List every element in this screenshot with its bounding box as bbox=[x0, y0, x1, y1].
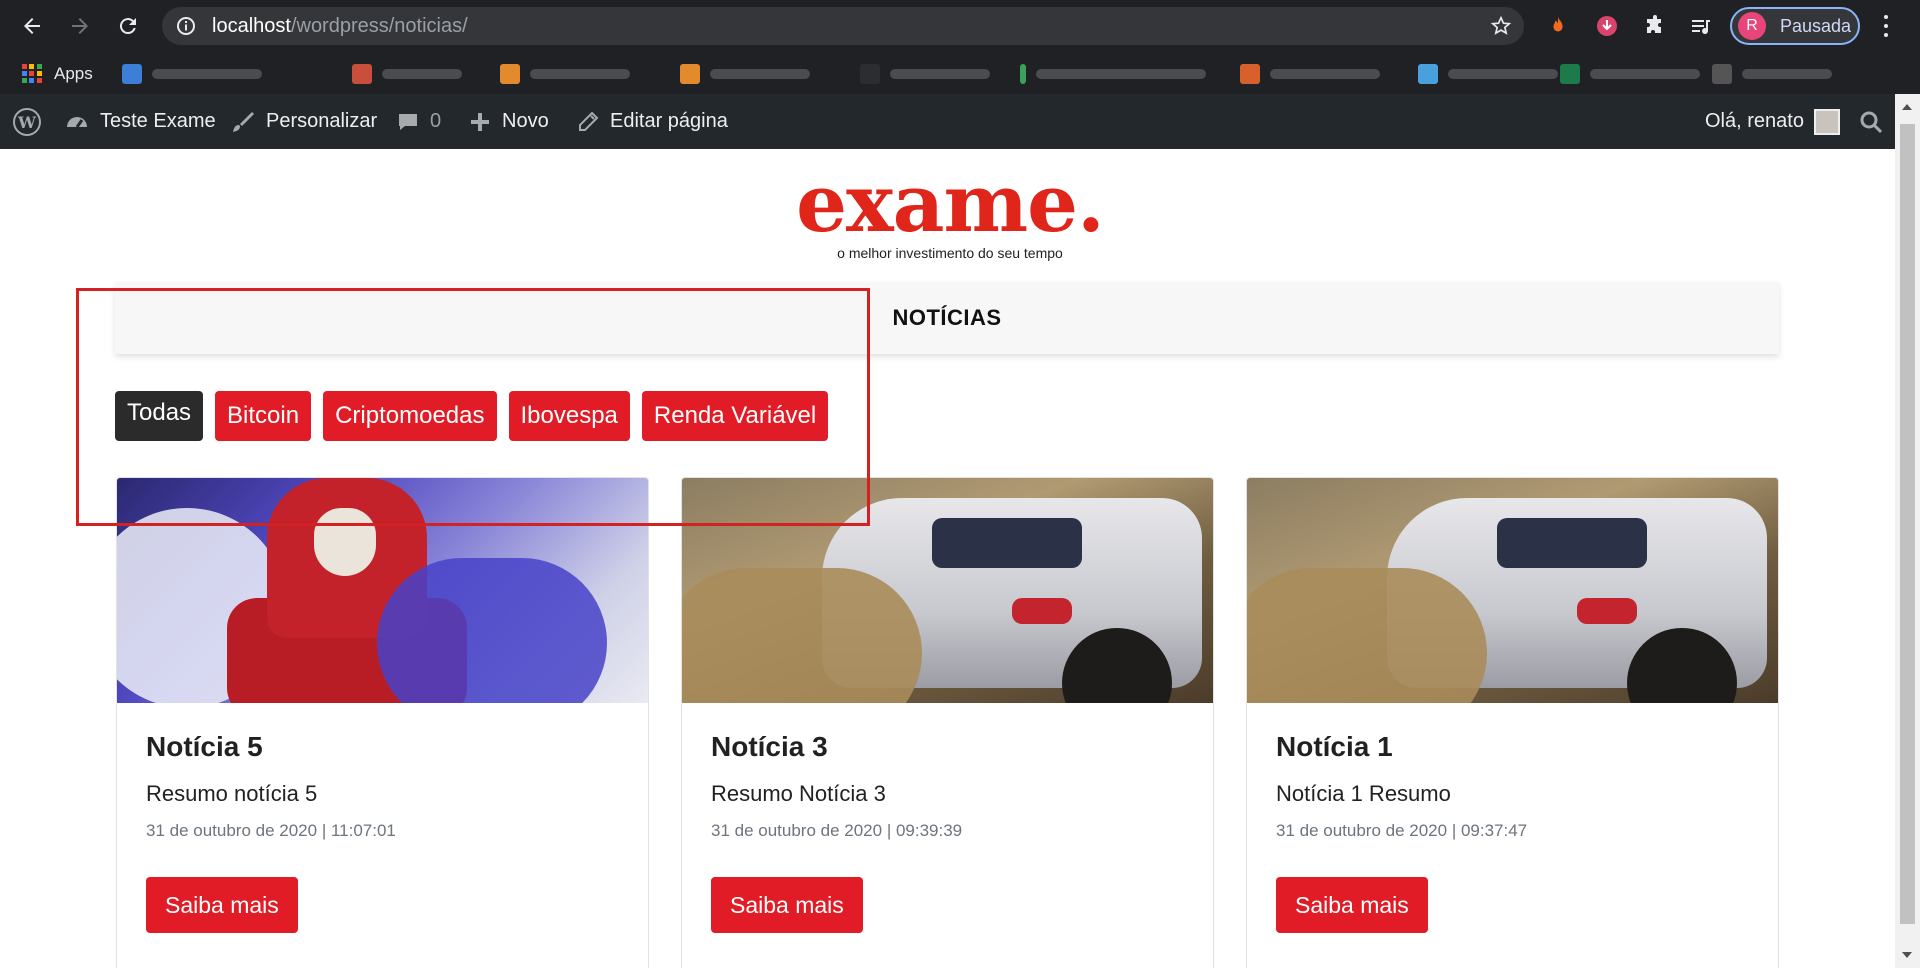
user-avatar bbox=[1813, 108, 1840, 135]
section-header: NOTÍCIAS bbox=[115, 282, 1779, 354]
filter-ibovespa[interactable]: Ibovespa bbox=[508, 391, 630, 441]
extensions-puzzle-icon[interactable] bbox=[1642, 13, 1668, 39]
news-thumbnail[interactable] bbox=[682, 478, 1213, 703]
news-summary: Notícia 1 Resumo bbox=[1276, 781, 1451, 806]
bookmark-item[interactable] bbox=[122, 53, 262, 94]
fire-extension-icon[interactable] bbox=[1545, 13, 1571, 39]
bookmark-item[interactable] bbox=[1020, 53, 1206, 94]
back-button[interactable] bbox=[16, 10, 48, 42]
info-icon[interactable] bbox=[176, 16, 196, 36]
section-title: NOTÍCIAS bbox=[892, 305, 1002, 330]
read-more-button[interactable]: Saiba mais bbox=[711, 877, 863, 933]
media-queue-icon[interactable] bbox=[1688, 13, 1714, 39]
bookmark-item[interactable] bbox=[500, 53, 630, 94]
account-menu[interactable]: Olá, renato bbox=[1705, 94, 1840, 149]
news-date: 31 de outubro de 2020 | 11:07:01 bbox=[146, 821, 396, 840]
edit-page-label: Editar página bbox=[610, 110, 728, 132]
greeting-label: Olá, renato bbox=[1705, 110, 1804, 132]
comments-link[interactable]: 0 bbox=[396, 94, 441, 149]
scroll-down-arrow-icon[interactable] bbox=[1902, 952, 1912, 958]
site-name-menu[interactable]: Teste Exame bbox=[64, 94, 216, 149]
comment-bubble-icon bbox=[399, 113, 417, 130]
page-scrollbar[interactable] bbox=[1895, 94, 1920, 968]
download-extension-icon[interactable] bbox=[1594, 13, 1620, 39]
bookmark-star-icon[interactable] bbox=[1490, 15, 1512, 37]
customize-label: Personalizar bbox=[266, 110, 378, 132]
bookmark-item[interactable] bbox=[680, 53, 810, 94]
arrow-right-icon bbox=[72, 18, 88, 34]
bookmark-item[interactable] bbox=[1560, 53, 1700, 94]
paintbrush-icon bbox=[233, 111, 254, 132]
forward-button[interactable] bbox=[64, 10, 96, 42]
news-date: 31 de outubro de 2020 | 09:39:39 bbox=[711, 821, 963, 840]
page-content: exame. o melhor investimento do seu temp… bbox=[0, 149, 1895, 968]
admin-search-button[interactable] bbox=[1858, 94, 1894, 149]
news-thumbnail[interactable] bbox=[1247, 478, 1778, 703]
news-card: Notícia 1 Notícia 1 Resumo 31 de outubro… bbox=[1246, 477, 1779, 968]
site-name: Teste Exame bbox=[100, 110, 216, 132]
svg-text:W: W bbox=[17, 113, 37, 132]
category-filters: Todas Bitcoin Criptomoedas Ibovespa Rend… bbox=[115, 391, 829, 441]
filter-criptomoedas[interactable]: Criptomoedas bbox=[323, 391, 497, 441]
wordpress-logo-icon: W bbox=[13, 107, 41, 136]
address-bar[interactable]: localhost/wordpress/noticias/ bbox=[162, 7, 1524, 45]
read-more-button[interactable]: Saiba mais bbox=[146, 877, 298, 933]
news-summary: Resumo Notícia 3 bbox=[711, 781, 886, 806]
bookmark-item[interactable] bbox=[860, 53, 990, 94]
site-logo[interactable]: exame. o melhor investimento do seu temp… bbox=[760, 163, 1140, 261]
apps-label: Apps bbox=[54, 63, 93, 83]
reload-button[interactable] bbox=[112, 10, 144, 42]
search-icon bbox=[1860, 111, 1883, 133]
news-date: 31 de outubro de 2020 | 09:37:47 bbox=[1276, 821, 1528, 840]
scroll-up-arrow-icon[interactable] bbox=[1902, 104, 1912, 110]
bookmarks-bar: Apps bbox=[0, 53, 1920, 94]
apps-bookmark[interactable]: Apps bbox=[22, 53, 93, 94]
profile-status: Pausada bbox=[1780, 15, 1852, 36]
filter-renda-variavel[interactable]: Renda Variável bbox=[641, 391, 829, 441]
news-title[interactable]: Notícia 5 bbox=[146, 731, 619, 763]
news-thumbnail[interactable] bbox=[117, 478, 648, 703]
news-title[interactable]: Notícia 1 bbox=[1276, 731, 1749, 763]
reload-icon bbox=[119, 18, 136, 35]
browser-toolbar: localhost/wordpress/noticias/ R Pausada bbox=[0, 0, 1920, 53]
new-label: Novo bbox=[502, 110, 549, 132]
dashboard-gauge-icon bbox=[67, 116, 87, 128]
comments-count: 0 bbox=[430, 110, 442, 132]
customize-link[interactable]: Personalizar bbox=[230, 94, 377, 149]
url-text[interactable]: localhost/wordpress/noticias/ bbox=[212, 7, 468, 45]
bookmark-item[interactable] bbox=[352, 53, 462, 94]
read-more-button[interactable]: Saiba mais bbox=[1276, 877, 1428, 933]
bookmark-item[interactable] bbox=[1418, 53, 1558, 94]
filter-todas[interactable]: Todas bbox=[115, 391, 204, 441]
bookmark-item[interactable] bbox=[1240, 53, 1380, 94]
profile-avatar: R bbox=[1738, 12, 1766, 40]
news-summary: Resumo notícia 5 bbox=[146, 781, 318, 806]
wp-admin-bar: W Teste Exame Personalizar 0 Novo Editar… bbox=[0, 94, 1920, 149]
news-grid: Notícia 5 Resumo notícia 5 31 de outubro… bbox=[116, 477, 1779, 968]
arrow-left-icon bbox=[24, 18, 40, 34]
scrollbar-thumb[interactable] bbox=[1900, 124, 1915, 924]
news-card: Notícia 5 Resumo notícia 5 31 de outubro… bbox=[116, 477, 649, 968]
edit-page-link[interactable]: Editar página bbox=[576, 94, 728, 149]
logo-wordmark: exame. bbox=[796, 156, 1105, 250]
new-content-menu[interactable]: Novo bbox=[468, 94, 549, 149]
news-card: Notícia 3 Resumo Notícia 3 31 de outubro… bbox=[681, 477, 1214, 968]
filter-bitcoin[interactable]: Bitcoin bbox=[215, 391, 312, 441]
browser-menu-icon[interactable] bbox=[1876, 13, 1896, 39]
plus-icon bbox=[471, 112, 489, 131]
wp-logo-menu[interactable]: W bbox=[12, 94, 52, 149]
bookmark-item[interactable] bbox=[1712, 53, 1832, 94]
news-title[interactable]: Notícia 3 bbox=[711, 731, 1184, 763]
profile-button[interactable]: R Pausada bbox=[1730, 7, 1860, 45]
pencil-icon bbox=[579, 111, 599, 131]
apps-grid-icon bbox=[22, 63, 42, 84]
